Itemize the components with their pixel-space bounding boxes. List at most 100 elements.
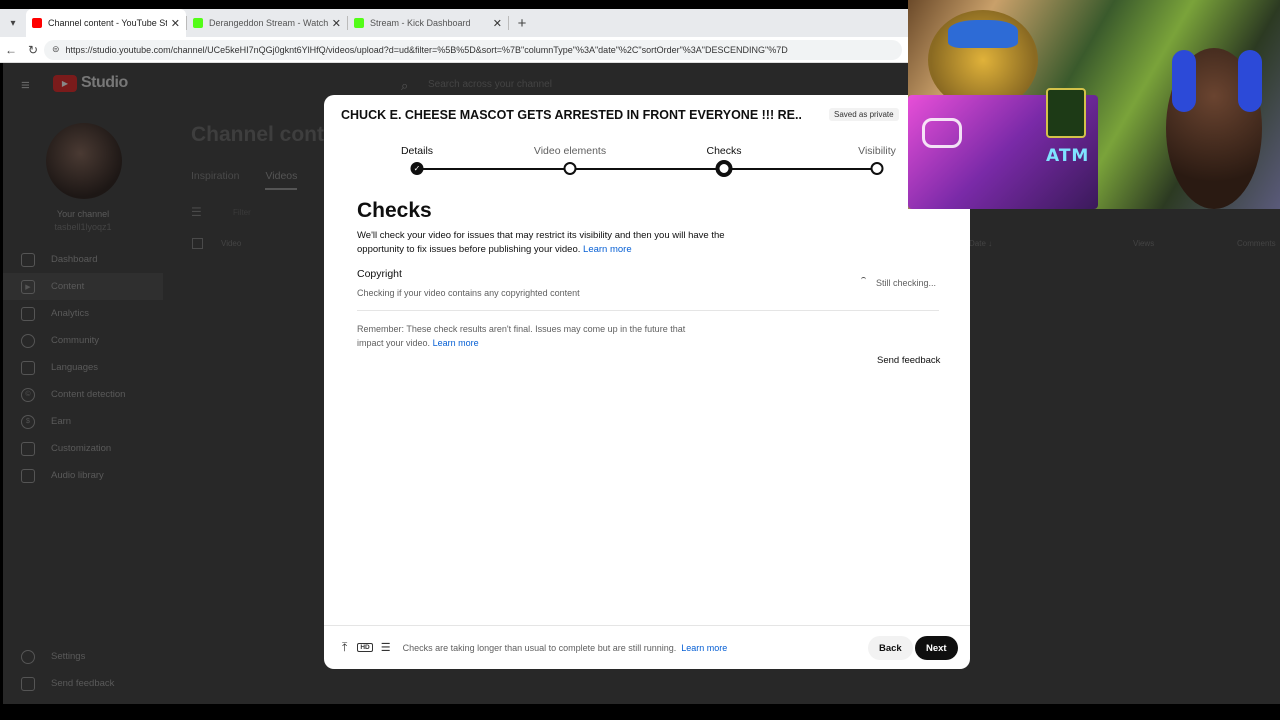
column-header-comments: Comments <box>1237 239 1276 248</box>
checks-intro: We'll check your video for issues that m… <box>357 229 727 256</box>
sidebar-nav: Dashboard ▶ Content Analytics Community L… <box>3 246 163 489</box>
webcam-neon-sign: ATM <box>1046 146 1090 166</box>
audio-library-icon <box>21 468 35 483</box>
tab-inspiration[interactable]: Inspiration <box>191 170 239 190</box>
tab-search-chevron-icon[interactable]: ▾ <box>0 18 26 29</box>
search-input[interactable]: Search across your channel <box>428 79 552 90</box>
learn-more-link[interactable]: Learn more <box>583 244 632 255</box>
checks-intro-text: We'll check your video for issues that m… <box>357 230 725 255</box>
browser-tab-strip: ▾ Channel content - YouTube Studio ✕ Der… <box>0 9 910 37</box>
sidebar-item-audio-library[interactable]: Audio library <box>3 462 163 489</box>
channel-avatar[interactable] <box>46 123 122 199</box>
remember-note: Remember: These check results aren't fin… <box>357 322 697 350</box>
search-icon[interactable]: ⌕ <box>401 78 408 94</box>
tab-videos[interactable]: Videos <box>265 170 298 190</box>
sidebar-item-dashboard[interactable]: Dashboard <box>3 246 163 273</box>
address-bar-row: ← ↻ ⊜ https://studio.youtube.com/channel… <box>0 37 910 63</box>
tab-title: Channel content - YouTube Studio <box>48 18 167 28</box>
menu-icon[interactable]: ≡ <box>21 77 30 94</box>
copyright-title: Copyright <box>357 268 402 280</box>
youtube-play-icon: ▶ <box>53 74 77 92</box>
loading-spinner-icon <box>861 277 866 282</box>
url-field[interactable]: ⊜ https://studio.youtube.com/channel/UCe… <box>44 39 902 60</box>
upload-stepper: Details ✓ Video elements Checks Visibili… <box>324 145 970 181</box>
sidebar-item-label: Analytics <box>51 308 90 319</box>
browser-tab-youtube-studio[interactable]: Channel content - YouTube Studio ✕ <box>26 9 186 37</box>
footer-learn-more-link[interactable]: Learn more <box>681 643 727 653</box>
dialog-footer: ⤒ HD ☰ Checks are taking longer than usu… <box>324 625 970 669</box>
sidebar-item-label: Earn <box>51 416 72 427</box>
column-header-date[interactable]: Date ↓ <box>969 239 992 248</box>
sidebar-item-languages[interactable]: Languages <box>3 354 163 381</box>
sidebar-item-analytics[interactable]: Analytics <box>3 300 163 327</box>
send-feedback-link[interactable]: Send feedback <box>877 355 940 366</box>
checks-heading: Checks <box>357 199 432 222</box>
stepper-line <box>417 168 877 170</box>
logo-text: Studio <box>81 74 128 91</box>
copyright-status: Still checking... <box>876 278 937 288</box>
sidebar-item-label: Dashboard <box>51 254 98 265</box>
tab-title: Derangeddon Stream - Watch Live <box>209 18 328 28</box>
step-details-label[interactable]: Details <box>401 145 433 157</box>
close-tab-icon[interactable]: ✕ <box>171 17 180 30</box>
studio-logo[interactable]: ▶ Studio <box>53 74 128 92</box>
reload-icon[interactable]: ↻ <box>22 43 44 57</box>
sidebar-item-earn[interactable]: $ Earn <box>3 408 163 435</box>
upload-icon[interactable]: ⤒ <box>342 640 347 655</box>
site-info-icon[interactable]: ⊜ <box>52 44 60 55</box>
dialog-title: CHUCK E. CHEESE MASCOT GETS ARRESTED IN … <box>341 108 801 122</box>
sidebar-item-label: Send feedback <box>51 678 115 689</box>
kick-favicon-icon <box>354 18 364 28</box>
dashboard-icon <box>21 252 35 267</box>
filter-input[interactable]: Filter <box>233 208 251 217</box>
close-tab-icon[interactable]: ✕ <box>332 17 341 30</box>
browser-tab-kick-watch[interactable]: Derangeddon Stream - Watch Live ✕ <box>187 9 347 37</box>
studio-sidebar: ≡ ▶ Studio Your channel tasbell1lyoqz1 D… <box>3 63 163 704</box>
step-checks-label[interactable]: Checks <box>706 145 741 157</box>
back-button[interactable]: Back <box>868 636 913 660</box>
webcam-headset-right <box>1238 50 1262 112</box>
step-visibility-dot[interactable] <box>870 162 884 175</box>
column-header-views: Views <box>1133 239 1155 248</box>
sidebar-item-label: Settings <box>51 651 86 662</box>
next-button[interactable]: Next <box>915 636 958 660</box>
sidebar-item-settings[interactable]: Settings <box>3 643 163 670</box>
sidebar-item-community[interactable]: Community <box>3 327 163 354</box>
copyright-subtitle: Checking if your video contains any copy… <box>357 288 580 298</box>
languages-icon <box>21 360 35 375</box>
analytics-icon <box>21 306 35 321</box>
sidebar-item-label: Audio library <box>51 470 104 481</box>
new-tab-button[interactable]: + <box>509 15 535 32</box>
channel-label: Your channel <box>56 209 110 219</box>
sidebar-item-send-feedback[interactable]: Send feedback <box>3 670 163 697</box>
step-video-elements-label[interactable]: Video elements <box>534 145 606 157</box>
step-video-elements-dot[interactable] <box>563 162 577 175</box>
dollar-icon: $ <box>21 414 35 429</box>
filter-icon[interactable]: ☰ <box>191 205 202 219</box>
sidebar-item-label: Community <box>51 335 100 346</box>
select-all-checkbox[interactable] <box>192 238 203 249</box>
youtube-favicon-icon <box>32 18 42 28</box>
webcam-neon-ring <box>922 118 962 148</box>
checks-list-icon[interactable]: ☰ <box>381 641 391 654</box>
step-details-check-icon[interactable]: ✓ <box>410 162 424 175</box>
learn-more-link[interactable]: Learn more <box>433 338 479 348</box>
community-icon <box>21 333 35 348</box>
close-tab-icon[interactable]: ✕ <box>493 17 502 30</box>
webcam-headset-left <box>1172 50 1196 112</box>
hd-icon[interactable]: HD <box>357 643 373 652</box>
remember-text: Remember: These check results aren't fin… <box>357 324 686 348</box>
sidebar-item-content-detection[interactable]: © Content detection <box>3 381 163 408</box>
screen-bottom-bar <box>0 704 1280 720</box>
step-checks-dot[interactable] <box>715 160 733 177</box>
sidebar-item-content[interactable]: ▶ Content <box>3 273 163 300</box>
back-arrow-icon[interactable]: ← <box>0 43 22 57</box>
sidebar-item-label: Customization <box>51 443 112 454</box>
webcam-cap <box>948 20 1018 48</box>
content-icon: ▶ <box>21 279 35 294</box>
browser-tab-kick-dashboard[interactable]: Stream - Kick Dashboard ✕ <box>348 9 508 37</box>
sidebar-item-customization[interactable]: Customization <box>3 435 163 462</box>
webcam-overlay: ATM <box>908 0 1280 209</box>
step-visibility-label[interactable]: Visibility <box>858 145 896 157</box>
sidebar-item-label: Content <box>51 281 85 292</box>
